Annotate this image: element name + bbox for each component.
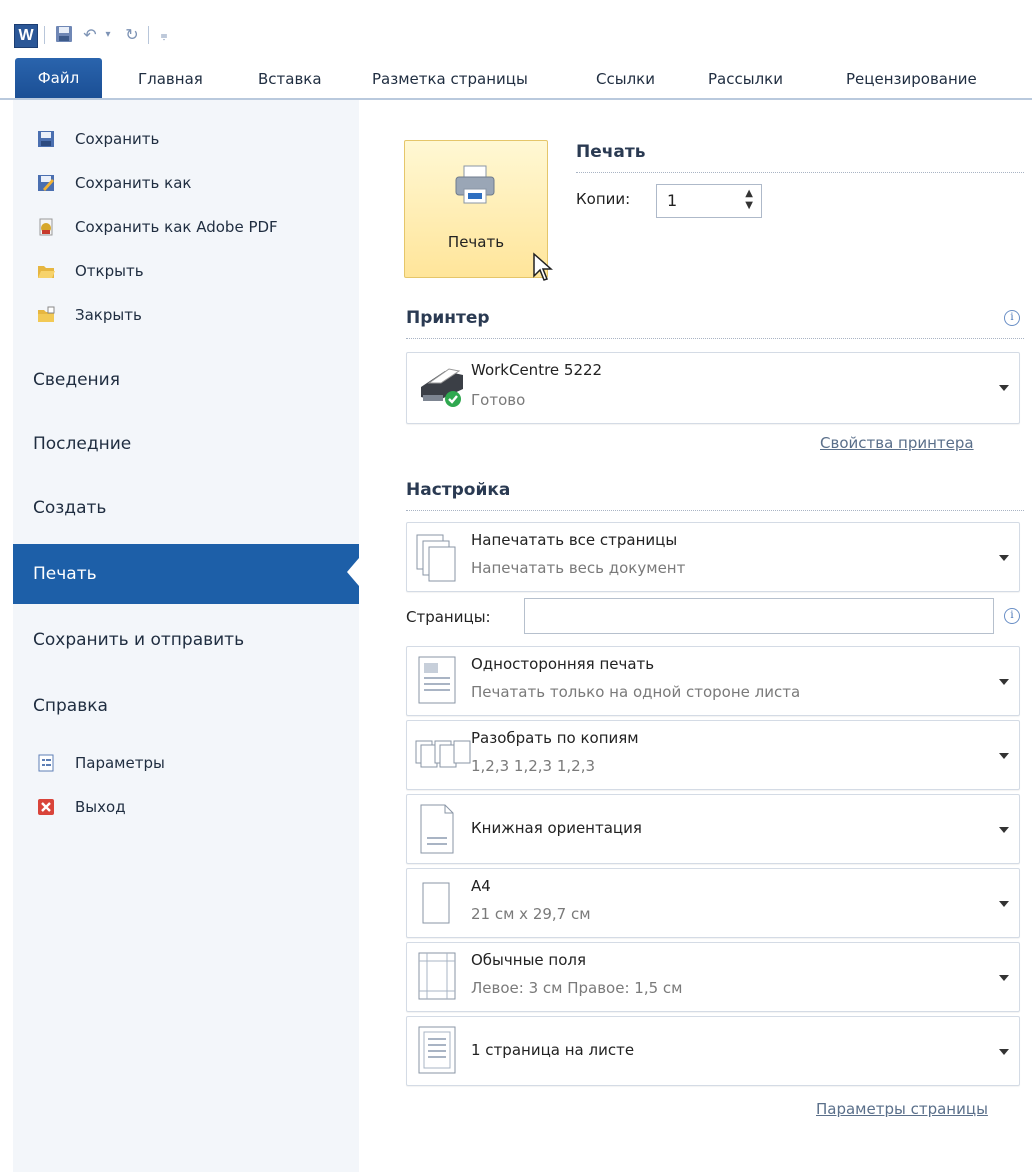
exit-icon (37, 798, 55, 816)
word-logo-icon[interactable]: W (14, 24, 38, 48)
backstage-sidebar: Сохранить Сохранить как Сохранить как Ad… (13, 100, 359, 1172)
dropdown-arrow-icon (999, 555, 1009, 561)
dropdown-arrow-icon (999, 975, 1009, 981)
spinner-arrows-icon[interactable]: ▲ ▼ (745, 188, 753, 212)
dropdown-arrow-icon (999, 679, 1009, 685)
tab-home[interactable]: Главная (138, 62, 203, 96)
option-title: Напечатать все страницы (471, 531, 678, 549)
settings-section-title: Настройка (406, 480, 511, 500)
portrait-icon (420, 804, 454, 854)
option-title: 1 страница на листе (471, 1041, 635, 1059)
copies-label: Копии: (576, 190, 631, 208)
sidebar-item-save-as-pdf[interactable]: Сохранить как Adobe PDF (13, 210, 359, 244)
copies-value: 1 (667, 191, 678, 210)
printer-section-title: Принтер (406, 308, 490, 328)
options-icon (37, 754, 55, 772)
dropdown-arrow-icon (999, 1049, 1009, 1055)
sidebar-section-info[interactable]: Сведения (13, 352, 359, 408)
divider (406, 338, 1024, 339)
printer-icon (455, 165, 495, 204)
print-range-dropdown[interactable]: Напечатать все страницы Напечатать весь … (406, 522, 1020, 592)
ribbon-tabs: Файл Главная Вставка Разметка страницы С… (0, 52, 1032, 100)
printer-status: Готово (471, 391, 526, 409)
pages-per-sheet-icon (418, 1026, 456, 1074)
option-title: Книжная ориентация (471, 819, 642, 837)
dropdown-arrow-icon (999, 901, 1009, 907)
tab-page-layout[interactable]: Разметка страницы (372, 62, 528, 96)
margins-dropdown[interactable]: Обычные поля Левое: 3 см Правое: 1,5 см (406, 942, 1020, 1012)
pdf-icon (37, 218, 55, 236)
info-icon[interactable]: i (1004, 310, 1020, 326)
divider (406, 510, 1024, 511)
tab-mailings[interactable]: Рассылки (708, 62, 783, 96)
collate-dropdown[interactable]: Разобрать по копиям 1,2,3 1,2,3 1,2,3 (406, 720, 1020, 790)
sidebar-section-print[interactable]: Печать (13, 544, 359, 604)
save-icon[interactable] (54, 25, 74, 45)
qat-separator (148, 26, 149, 44)
info-icon[interactable]: i (1004, 608, 1020, 624)
printer-dropdown[interactable]: WorkCentre 5222 Готово (406, 352, 1020, 424)
option-subtitle: Печатать только на одной стороне листа (471, 683, 801, 701)
option-title: Разобрать по копиям (471, 729, 639, 747)
divider (576, 172, 1024, 173)
tab-insert[interactable]: Вставка (258, 62, 322, 96)
sidebar-section-help[interactable]: Справка (13, 678, 359, 734)
save-icon (37, 130, 55, 148)
all-pages-icon (416, 534, 456, 582)
sidebar-item-close[interactable]: Закрыть (13, 298, 359, 332)
print-panel: Печать Печать Копии: 1 ▲ ▼ Принтер i Work… (360, 100, 1032, 1172)
tab-review[interactable]: Рецензирование (846, 62, 977, 96)
copies-spinner[interactable]: 1 ▲ ▼ (656, 184, 762, 218)
sidebar-section-new[interactable]: Создать (13, 480, 359, 536)
printer-properties-link[interactable]: Свойства принтера (820, 434, 974, 452)
option-title: Обычные поля (471, 951, 587, 969)
printer-name: WorkCentre 5222 (471, 361, 603, 379)
pages-label: Страницы: (406, 608, 491, 626)
dropdown-arrow-icon (999, 753, 1009, 759)
orientation-dropdown[interactable]: Книжная ориентация (406, 794, 1020, 864)
print-button-label: Печать (447, 233, 505, 251)
quick-access-toolbar: W ↶ ▾ ↻ ⩦ (0, 0, 1032, 52)
paper-size-icon (422, 882, 450, 924)
close-folder-icon (37, 306, 55, 324)
dropdown-arrow-icon (999, 385, 1009, 391)
option-subtitle: 21 см x 29,7 см (471, 905, 591, 923)
sidebar-section-recent[interactable]: Последние (13, 416, 359, 472)
undo-icon[interactable]: ↶ (80, 25, 100, 45)
option-subtitle: Напечатать весь документ (471, 559, 686, 577)
tab-references[interactable]: Ссылки (596, 62, 655, 96)
sidebar-section-save-send[interactable]: Сохранить и отправить (13, 612, 359, 668)
save-as-icon (37, 174, 55, 192)
collate-icon (415, 740, 471, 768)
sidebar-item-exit[interactable]: Выход (13, 790, 359, 824)
sidebar-item-save-as[interactable]: Сохранить как (13, 166, 359, 200)
margins-icon (418, 952, 456, 1000)
sidebar-item-options[interactable]: Параметры (13, 746, 359, 780)
one-sided-icon (418, 656, 456, 704)
option-subtitle: Левое: 3 см Правое: 1,5 см (471, 979, 683, 997)
dropdown-arrow-icon (999, 827, 1009, 833)
print-button[interactable]: Печать (404, 140, 548, 278)
print-section-title: Печать (576, 142, 646, 162)
page-setup-link[interactable]: Параметры страницы (816, 1100, 988, 1118)
active-indicator (347, 558, 359, 586)
sidebar-item-save[interactable]: Сохранить (13, 122, 359, 156)
mouse-pointer-icon (533, 252, 553, 281)
paper-size-dropdown[interactable]: A4 21 см x 29,7 см (406, 868, 1020, 938)
sidebar-item-open[interactable]: Открыть (13, 254, 359, 288)
duplex-dropdown[interactable]: Односторонняя печать Печатать только на … (406, 646, 1020, 716)
open-folder-icon (37, 262, 55, 280)
option-title: Односторонняя печать (471, 655, 655, 673)
qat-separator (44, 26, 45, 44)
redo-icon[interactable]: ↻ (122, 25, 142, 45)
pages-input[interactable] (524, 598, 994, 634)
printer-device-icon (421, 368, 463, 407)
option-subtitle: 1,2,3 1,2,3 1,2,3 (471, 757, 596, 775)
undo-dropdown-icon[interactable]: ▾ (98, 25, 118, 45)
pages-per-sheet-dropdown[interactable]: 1 страница на листе (406, 1016, 1020, 1086)
option-title: A4 (471, 877, 491, 895)
tab-file[interactable]: Файл (15, 58, 102, 98)
customize-qat-icon[interactable]: ⩦ (154, 25, 174, 45)
